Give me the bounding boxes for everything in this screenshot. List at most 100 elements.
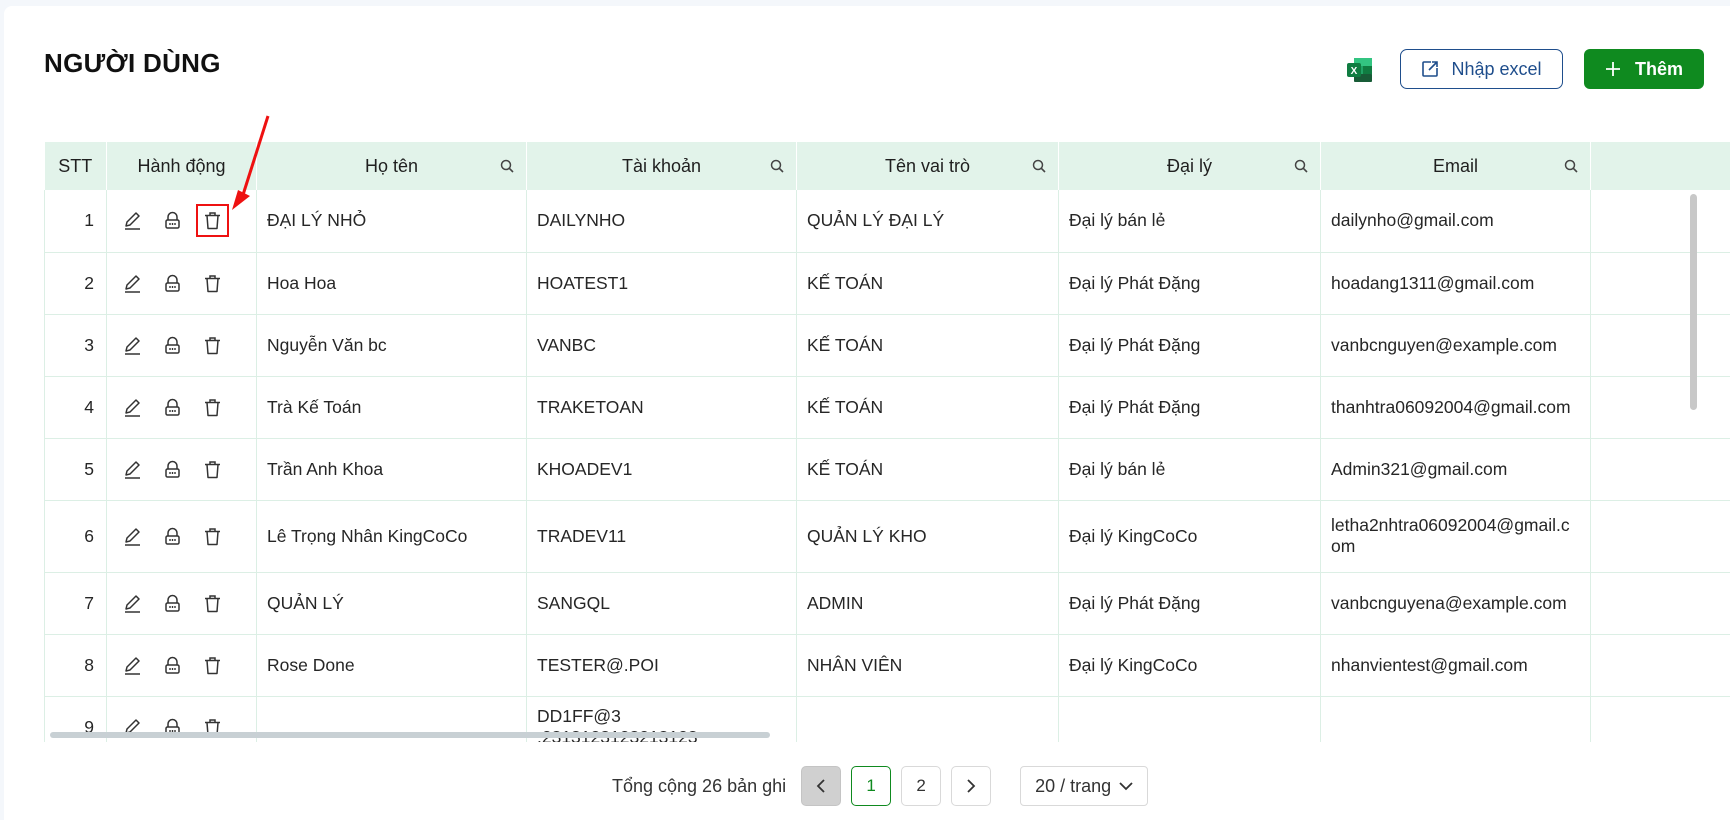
row-actions <box>107 398 256 417</box>
edit-icon[interactable] <box>123 274 142 293</box>
search-icon[interactable] <box>1564 159 1578 173</box>
cell-extra <box>1590 634 1730 697</box>
lock-icon[interactable] <box>163 656 182 675</box>
cell-account-text: TRAKETOAN <box>537 396 644 417</box>
trash-icon[interactable] <box>203 336 222 355</box>
table-row[interactable]: 6 Lê Trọng Nhân KingCoCo TRADEV11 QUẢN LÝ K… <box>44 500 1730 573</box>
cell-role: KẾ TOÁN <box>796 252 1059 315</box>
row-actions <box>107 594 256 613</box>
cell-role <box>796 696 1059 742</box>
table-row[interactable]: 8 Rose Done TESTER@.POI NHÂN VIÊN Đại lý Kin… <box>44 634 1730 697</box>
cell-stt-text: 5 <box>84 458 94 479</box>
column-header-label: Email <box>1432 155 1478 176</box>
lock-icon[interactable] <box>163 336 182 355</box>
trash-icon[interactable] <box>203 274 222 293</box>
column-header-label: Họ tên <box>364 155 419 176</box>
cell-role: NHÂN VIÊN <box>796 634 1059 697</box>
cell-role-text: KẾ TOÁN <box>807 334 884 355</box>
add-button[interactable]: Thêm <box>1584 49 1704 89</box>
cell-name-text: ĐẠI LÝ NHỎ <box>267 210 367 231</box>
cell-account: SANGQL <box>526 572 797 635</box>
cell-stt-text: 8 <box>84 654 94 675</box>
excel-icon[interactable]: X <box>1346 56 1374 84</box>
trash-icon[interactable] <box>203 527 222 546</box>
search-icon[interactable] <box>500 159 514 173</box>
search-icon[interactable] <box>770 159 784 173</box>
cell-stt-text: 6 <box>84 525 94 546</box>
lock-icon[interactable] <box>163 398 182 417</box>
cell-role-text: QUẢN LÝ ĐẠI LÝ <box>807 210 945 231</box>
chevron-down-icon <box>1119 782 1133 791</box>
table-row[interactable]: 5 Trần Anh Khoa KHOADEV1 KẾ TOÁN Đại lý bán … <box>44 438 1730 501</box>
table-row[interactable]: 3 Nguyễn Văn bc VANBC KẾ TOÁN Đại lý Phát Đặ… <box>44 314 1730 377</box>
row-actions-cell <box>106 500 257 573</box>
cell-agency-text: Đại lý Phát Đặng <box>1069 396 1201 417</box>
cell-email-text: vanbcnguyen@example.com <box>1331 334 1557 355</box>
cell-agency-text: Đại lý bán lẻ <box>1069 458 1166 479</box>
trash-icon[interactable] <box>203 398 222 417</box>
cell-extra <box>1590 314 1730 377</box>
edit-icon[interactable] <box>123 460 142 479</box>
cell-email-text: thanhtra06092004@gmail.com <box>1331 396 1571 417</box>
cell-agency: Đại lý KingCoCo <box>1058 500 1321 573</box>
lock-icon[interactable] <box>163 274 182 293</box>
table-row[interactable]: 4 Trà Kế Toán TRAKETOAN KẾ TOÁN Đại lý Phát … <box>44 376 1730 439</box>
lock-icon[interactable] <box>163 594 182 613</box>
trash-icon[interactable] <box>203 594 222 613</box>
lock-icon[interactable] <box>163 527 182 546</box>
cell-email <box>1320 696 1591 742</box>
total-records: Tổng cộng 26 bản ghi <box>612 775 787 796</box>
table-row[interactable]: 1 ĐẠI LÝ NHỎ DAILYNHO QUẢN LÝ ĐẠI LÝ Đại lý … <box>44 190 1730 253</box>
column-header-label: Tài khoản <box>621 155 702 176</box>
cell-name-text: Rose Done <box>267 654 355 675</box>
cell-name: QUẢN LÝ <box>256 572 527 635</box>
horizontal-scrollbar[interactable] <box>50 732 770 738</box>
page-size-value: 20 / trang <box>1035 775 1112 796</box>
column-header-1: Hành động <box>106 142 257 190</box>
edit-icon[interactable] <box>123 527 142 546</box>
edit-icon[interactable] <box>123 211 142 230</box>
cell-agency: Đại lý bán lẻ <box>1058 190 1321 253</box>
cell-extra <box>1590 572 1730 635</box>
cell-email: thanhtra06092004@gmail.com <box>1320 376 1591 439</box>
cell-stt-text: 3 <box>84 334 94 355</box>
import-excel-button[interactable]: Nhập excel <box>1400 49 1563 89</box>
edit-icon[interactable] <box>123 656 142 675</box>
cell-agency-text: Đại lý bán lẻ <box>1069 210 1166 231</box>
search-icon[interactable] <box>1032 159 1046 173</box>
table-row[interactable]: 2 Hoa Hoa HOATEST1 KẾ TOÁN Đại lý Phát Đặng h… <box>44 252 1730 315</box>
page-1-button[interactable]: 1 <box>851 766 892 806</box>
lock-icon[interactable] <box>163 460 182 479</box>
trash-icon[interactable] <box>196 204 229 238</box>
cell-agency-text: Đại lý Phát Đặng <box>1069 592 1201 613</box>
cell-role-text: NHÂN VIÊN <box>807 654 903 675</box>
cell-name-text: Trà Kế Toán <box>267 396 362 417</box>
row-actions <box>107 460 256 479</box>
vertical-scrollbar[interactable] <box>1690 194 1697 410</box>
lock-icon[interactable] <box>163 211 182 230</box>
table-row[interactable]: 7 QUẢN LÝ SANGQL ADMIN Đại lý Phát Đặng vanbc… <box>44 572 1730 635</box>
trash-icon[interactable] <box>203 656 222 675</box>
cell-stt: 7 <box>44 572 107 635</box>
prev-page-button[interactable] <box>801 766 842 806</box>
import-excel-label: Nhập excel <box>1451 58 1542 79</box>
page-size-select[interactable]: 20 / trang <box>1020 766 1149 806</box>
add-label: Thêm <box>1634 58 1683 79</box>
column-header-5: Đại lý <box>1058 142 1321 190</box>
cell-name-text: Nguyễn Văn bc <box>267 334 387 355</box>
cell-name: Lê Trọng Nhân KingCoCo <box>256 500 527 573</box>
cell-role: KẾ TOÁN <box>796 438 1059 501</box>
trash-icon[interactable] <box>203 460 222 479</box>
column-header-label: Tên vai trò <box>884 155 971 176</box>
column-header-4: Tên vai trò <box>796 142 1059 190</box>
edit-icon[interactable] <box>123 336 142 355</box>
row-actions <box>107 274 256 293</box>
cell-account: VANBC <box>526 314 797 377</box>
page-2-button[interactable]: 2 <box>901 766 942 806</box>
cell-stt-text: 1 <box>84 210 94 231</box>
edit-icon[interactable] <box>123 594 142 613</box>
edit-icon[interactable] <box>123 398 142 417</box>
search-icon[interactable] <box>1294 159 1308 173</box>
cell-role: QUẢN LÝ ĐẠI LÝ <box>796 190 1059 253</box>
next-page-button[interactable] <box>951 766 992 806</box>
